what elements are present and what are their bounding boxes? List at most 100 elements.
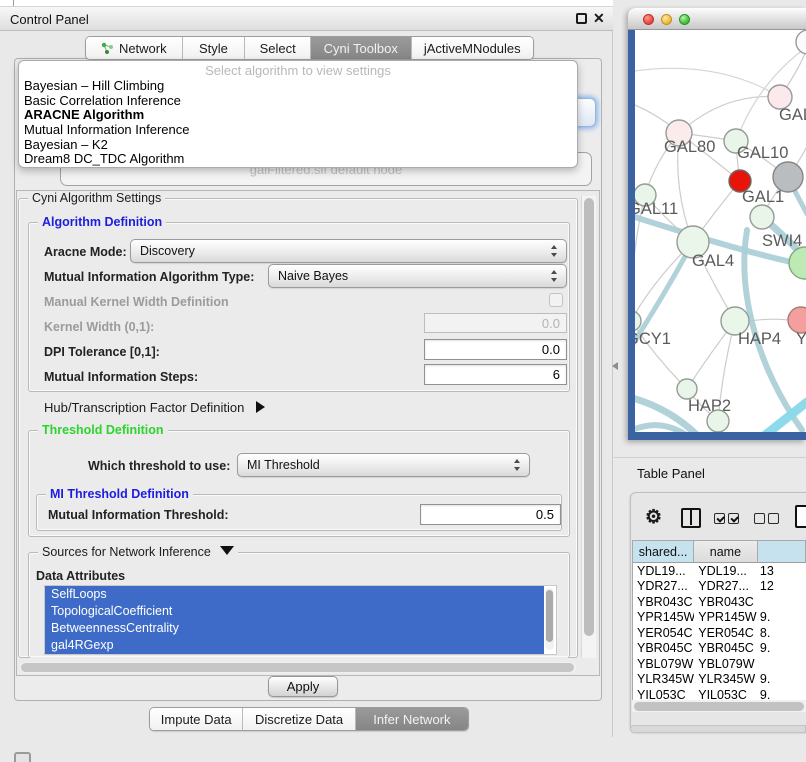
- hub-section-toggle[interactable]: Hub/Transcription Factor Definition: [44, 400, 265, 415]
- table-cell[interactable]: 9.: [758, 641, 806, 657]
- network-edge[interactable]: [749, 319, 789, 321]
- which-threshold-combo[interactable]: MI Threshold: [237, 453, 530, 477]
- table-cell[interactable]: YBR043C: [694, 594, 758, 610]
- mi-steps-field[interactable]: 6: [424, 364, 567, 385]
- table-row[interactable]: YBL079WYBL079W: [633, 656, 806, 672]
- dpi-tolerance-label: DPI Tolerance [0,1]:: [44, 345, 160, 359]
- table-cell[interactable]: YDR27...: [694, 579, 758, 595]
- table-cell[interactable]: [758, 594, 806, 610]
- attribute-item-selected[interactable]: SelfLoops: [45, 586, 544, 603]
- settings-vertical-scrollbar[interactable]: [581, 196, 596, 658]
- tab-jactivemnodules[interactable]: jActiveMNodules: [412, 37, 533, 59]
- attribute-item-selected[interactable]: TopologicalCoefficient: [45, 603, 544, 620]
- table-cell[interactable]: 9.: [758, 672, 806, 688]
- table-cell[interactable]: YDL19...: [694, 563, 758, 579]
- kernel-width-field[interactable]: 0.0: [424, 313, 567, 333]
- table-cell[interactable]: YER054C: [694, 625, 758, 641]
- network-canvas[interactable]: GALGAL80GAL10GAL1GAL11SWI4GAL4GCY1HAP4YH…: [635, 30, 806, 432]
- table-row[interactable]: YER054CYER054C8.: [633, 625, 806, 641]
- table-cell[interactable]: YBL079W: [694, 656, 758, 672]
- table-cell[interactable]: YBR045C: [633, 641, 694, 657]
- float-window-icon[interactable]: [576, 13, 587, 24]
- table-row[interactable]: YLR345WYLR345W9.: [633, 672, 806, 688]
- table-cell[interactable]: YDL19...: [633, 563, 694, 579]
- column-header-shared[interactable]: shared...: [633, 541, 694, 562]
- tab-cyni-toolbox[interactable]: Cyni Toolbox: [311, 37, 412, 59]
- network-node-hap2[interactable]: [677, 379, 697, 399]
- table-row[interactable]: YBR043CYBR043C: [633, 594, 806, 610]
- sources-title-toggle[interactable]: Sources for Network Inference: [38, 545, 238, 559]
- close-icon[interactable]: ✕: [593, 10, 605, 27]
- deselect-all-icon[interactable]: [754, 513, 779, 524]
- table-cell[interactable]: 9.: [758, 610, 806, 626]
- data-attributes-list[interactable]: SelfLoopsTopologicalCoefficientBetweenne…: [44, 585, 557, 655]
- tab-impute-data[interactable]: Impute Data: [150, 708, 243, 730]
- network-node[interactable]: [796, 30, 806, 54]
- dropdown-option[interactable]: Bayesian – K2: [19, 138, 577, 153]
- attribute-item-selected[interactable]: BetweennessCentrality: [45, 620, 544, 637]
- table-cell[interactable]: YPR145W: [633, 610, 694, 626]
- dropdown-option[interactable]: Dream8 DC_TDC Algorithm: [19, 152, 577, 167]
- tab-select[interactable]: Select: [245, 37, 311, 59]
- close-traffic-light-icon[interactable]: [643, 14, 654, 25]
- network-node-swi4[interactable]: [750, 205, 774, 229]
- table-horizontal-scrollbar[interactable]: [632, 700, 806, 712]
- gear-icon[interactable]: ⚙: [645, 506, 662, 529]
- network-window-titlebar[interactable]: [628, 8, 806, 30]
- manual-kernel-checkbox[interactable]: [549, 293, 563, 307]
- table-cell[interactable]: YER054C: [633, 625, 694, 641]
- network-edge[interactable]: [635, 68, 780, 97]
- minimize-traffic-light-icon[interactable]: [661, 14, 672, 25]
- table-cell[interactable]: 8.: [758, 625, 806, 641]
- table-cell[interactable]: YBL079W: [633, 656, 694, 672]
- table-row[interactable]: YPR145WYPR145W9.: [633, 610, 806, 626]
- tab-discretize-data[interactable]: Discretize Data: [243, 708, 355, 730]
- dropdown-option[interactable]: Bayesian – Hill Climbing: [19, 79, 577, 94]
- dropdown-option[interactable]: Basic Correlation Inference: [19, 94, 577, 109]
- columns-icon[interactable]: [681, 508, 701, 528]
- table-cell[interactable]: YBR043C: [633, 594, 694, 610]
- table-cell[interactable]: YDR27...: [633, 579, 694, 595]
- table-row[interactable]: YDR27...YDR27...12: [633, 579, 806, 595]
- network-edge[interactable]: [679, 96, 780, 133]
- apply-button[interactable]: Apply: [268, 676, 338, 697]
- tab-style[interactable]: Style: [183, 37, 246, 59]
- expand-right-icon: [256, 401, 265, 413]
- network-graph[interactable]: GALGAL80GAL10GAL1GAL11SWI4GAL4GCY1HAP4YH…: [635, 30, 806, 432]
- attribute-item-selected[interactable]: gal4RGexp: [45, 637, 544, 654]
- column-header-name[interactable]: name: [694, 541, 758, 562]
- dpi-tolerance-field[interactable]: 0.0: [424, 339, 567, 360]
- table-cell[interactable]: YLR345W: [694, 672, 758, 688]
- table-cell[interactable]: [758, 656, 806, 672]
- column-header-partial[interactable]: [758, 541, 806, 562]
- list-scrollbar[interactable]: [545, 588, 554, 650]
- panel-collapse-arrow-icon[interactable]: [612, 362, 618, 370]
- table-row[interactable]: YBR045CYBR045C9.: [633, 641, 806, 657]
- network-icon: [101, 42, 114, 55]
- tab-network[interactable]: Network: [86, 37, 183, 59]
- dropdown-option-selected[interactable]: ARACNE Algorithm: [19, 108, 577, 123]
- table-cell[interactable]: YBR045C: [694, 641, 758, 657]
- tab-infer-network[interactable]: Infer Network: [356, 708, 468, 730]
- network-node[interactable]: [707, 410, 729, 432]
- table-cell[interactable]: 12: [758, 579, 806, 595]
- settings-horizontal-scrollbar[interactable]: [20, 662, 576, 673]
- zoom-traffic-light-icon[interactable]: [679, 14, 690, 25]
- mi-type-combo[interactable]: Naive Bayes: [268, 264, 567, 288]
- aracne-mode-combo[interactable]: Discovery: [130, 239, 567, 263]
- manual-kernel-label: Manual Kernel Width Definition: [44, 295, 229, 309]
- mi-threshold-field[interactable]: 0.5: [420, 504, 561, 525]
- tab-label: Infer Network: [373, 712, 450, 727]
- select-all-icon[interactable]: [714, 513, 739, 524]
- table-cell[interactable]: YLR345W: [633, 672, 694, 688]
- table-row[interactable]: YDL19...YDL19...13: [633, 563, 806, 579]
- table-cell[interactable]: 13: [758, 563, 806, 579]
- network-node[interactable]: [789, 247, 806, 279]
- minimized-panel-icon[interactable]: [14, 752, 31, 762]
- node-label: GAL11: [635, 200, 678, 218]
- aracne-mode-value: Discovery: [140, 244, 195, 258]
- table-cell[interactable]: YPR145W: [694, 610, 758, 626]
- mi-type-value: Naive Bayes: [278, 269, 348, 283]
- document-icon[interactable]: [795, 505, 806, 528]
- dropdown-option[interactable]: Mutual Information Inference: [19, 123, 577, 138]
